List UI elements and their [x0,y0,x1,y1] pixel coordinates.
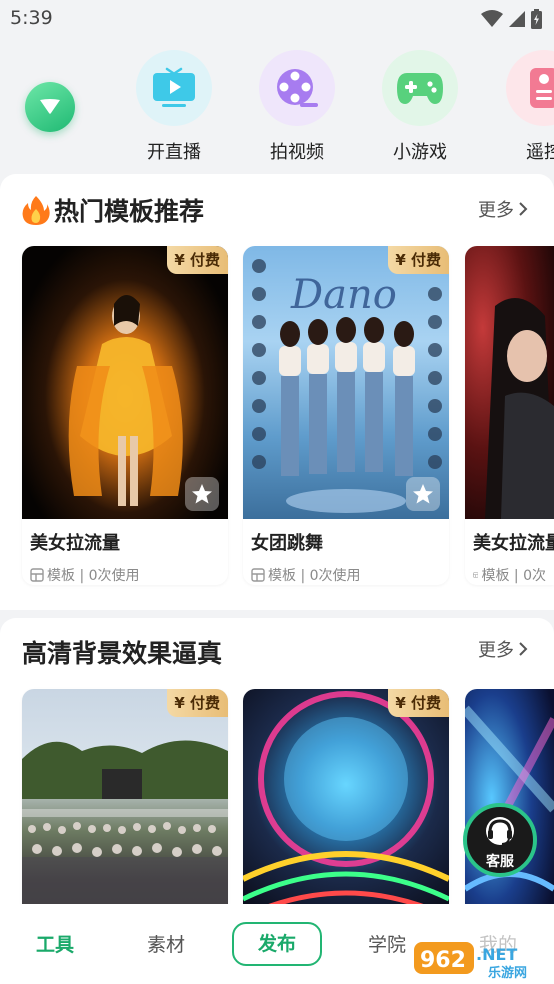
customer-service-label: 客服 [486,854,514,870]
tool-video-label: 拍视频 [270,142,324,163]
tool-remote-label: 遥控 [526,142,554,163]
template-icon [30,568,44,582]
template-icon [473,572,479,578]
paid-badge: ¥ 付费 [388,246,449,274]
tool-remote[interactable]: 遥控 [494,50,554,164]
favorite-button[interactable] [406,477,440,511]
more-link-hd-text: 更多 [478,640,514,661]
status-bar: 5:39 [0,0,554,38]
wifi-icon [481,10,503,27]
svg-text:962: 962 [420,948,466,973]
fire-icon [22,196,50,225]
chevron-right-icon [519,202,528,216]
template-meta: 模板 | 0次使用 [22,555,228,585]
tool-live-circle [136,50,212,126]
section-title-hd-text: 高清背景效果逼真 [22,639,223,668]
paid-badge-text: 付费 [410,694,441,712]
tool-game[interactable]: 小游戏 [370,50,470,164]
template-icon [251,568,265,582]
paid-badge: ¥ 付费 [388,689,449,717]
svg-text:乐游网: 乐游网 [488,965,527,980]
chevron-right-icon [519,642,528,656]
tool-game-circle [382,50,458,126]
customer-service-button[interactable]: 客服 [463,803,537,877]
singer-figure [485,298,554,519]
background-thumbnail: ¥ 付费 [243,689,449,908]
paid-badge-text: 付费 [410,251,441,269]
svg-text:.NET: .NET [476,945,517,964]
film-reel-icon [277,69,318,107]
headset-icon [486,817,514,845]
favorite-button[interactable] [185,477,219,511]
paid-badge: ¥ 付费 [167,246,228,274]
status-icons [481,9,542,29]
tool-live-label: 开直播 [147,142,201,163]
remote-icon [530,68,554,108]
watermark-logo: 962 .NET 乐游网 [414,942,527,980]
background-card[interactable]: ¥ 付费 [243,689,449,908]
crowd-scene [22,740,228,908]
star-icon [192,484,212,504]
disco-ball-scene [243,691,449,908]
template-card[interactable]: ¥ 付费 美女拉流量 模板 | 0次使用 [22,246,228,585]
svg-text:no: no [347,272,397,318]
tv-play-icon [153,67,195,107]
template-thumbnail [465,246,554,519]
template-meta-text: 模板 | 0次使用 [47,568,140,584]
more-link-hot[interactable]: 更多 [478,196,528,222]
nav-materials[interactable]: 素材 [147,930,185,957]
section-title-hot-text: 热门模板推荐 [54,197,205,226]
collapse-toggle-button[interactable] [25,82,75,132]
template-card[interactable]: 美女拉流量 模板 | 0次 [465,246,554,585]
paid-badge-text: 付费 [189,251,220,269]
template-title: 美女拉流量 [30,533,120,554]
nav-publish[interactable]: 发布 [232,922,322,966]
signal-icon [509,11,525,27]
tool-bar: 开直播 拍视频 小游戏 遥控 [0,38,554,170]
background-card[interactable]: ¥ 付费 [22,689,228,908]
template-meta-text: 模板 | 0次使用 [268,568,361,584]
section-title-hot: 热门模板推荐 [22,192,204,228]
template-meta: 模板 | 0次 [465,555,554,585]
more-link-hot-text: 更多 [478,200,514,221]
tool-remote-circle [506,50,554,126]
tool-live[interactable]: 开直播 [124,50,224,164]
more-link-hd[interactable]: 更多 [478,636,528,662]
template-thumbnail: Da no ¥ 付费 [243,246,449,519]
svg-text:Da: Da [290,272,347,318]
template-title: 美女拉流量 [473,533,554,554]
tool-game-label: 小游戏 [393,142,447,163]
tool-video[interactable]: 拍视频 [247,50,347,164]
template-meta-text: 模板 | 0次 [481,568,546,584]
gamepad-icon [397,73,443,104]
paid-badge: ¥ 付费 [167,689,228,717]
star-icon [413,484,433,504]
section-title-hd: 高清背景效果逼真 [22,634,222,670]
nav-academy[interactable]: 学院 [368,930,406,957]
background-thumbnail: ¥ 付费 [22,689,228,908]
template-thumbnail: ¥ 付费 [22,246,228,519]
nav-tools[interactable]: 工具 [36,930,74,957]
hot-templates-section: 热门模板推荐 更多 ¥ 付费 美女拉流量 模板 | 0次使用 Da no ¥ 付… [0,174,554,610]
template-title: 女团跳舞 [251,533,323,554]
tool-video-circle [259,50,335,126]
template-card[interactable]: Da no ¥ 付费 女团跳舞 模板 | 0次使用 [243,246,449,585]
status-time: 5:39 [10,7,53,29]
chevron-down-icon [40,99,60,114]
paid-badge-text: 付费 [189,694,220,712]
battery-icon [531,9,542,29]
template-meta: 模板 | 0次使用 [243,555,449,585]
